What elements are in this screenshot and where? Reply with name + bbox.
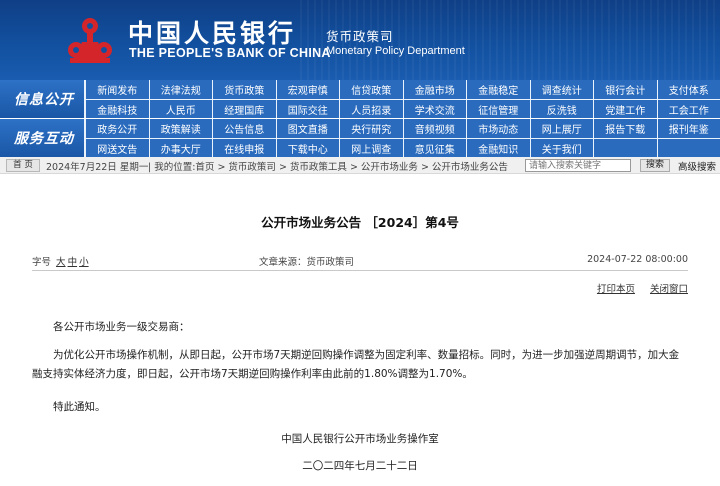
department-name-cn: 货币政策司 [326, 29, 394, 44]
nav-row-service: 服务互动 政务公开 政策解读 公告信息 图文直播 央行研究 音频视频 市场动态 网上展厅 报告下… [0, 119, 720, 157]
nav-item-service-15[interactable]: 网上调查 [339, 138, 403, 157]
bank-name-en: THE PEOPLE'S BANK OF CHINA [129, 46, 331, 60]
font-size-label: 字号 [32, 257, 52, 268]
meta-divider [32, 270, 688, 271]
article-tools: 打印本页 关闭窗口 [585, 281, 688, 295]
nav-item-service-18[interactable]: 关于我们 [529, 138, 593, 157]
main-navigation: 信息公开 新闻发布 法律法规 货币政策 宏观审慎 信贷政策 金融市场 金融稳定 调查统计 银行会… [0, 80, 720, 157]
notice-paragraph: 特此通知。 [53, 401, 106, 413]
font-size-control: 字号 大中小 [32, 254, 89, 268]
nav-item-info-15[interactable]: 人员招录 [339, 99, 403, 118]
signature-date: 二〇二四年七月二十二日 [302, 460, 418, 472]
font-size-large[interactable]: 大 [56, 257, 66, 268]
breadcrumb-bar: 首 页 2024年7月22日 星期一 | 我的位置:首页 > 货币政策司 > 货… [0, 157, 720, 174]
article-meta: 字号 大中小 文章来源：货币政策司 2024-07-22 08:00:00 [32, 254, 688, 270]
nav-item-info-8[interactable]: 调查统计 [529, 80, 593, 99]
article-source: 文章来源：货币政策司 [259, 257, 355, 268]
nav-item-service-17[interactable]: 金融知识 [466, 138, 530, 157]
nav-item-service-6[interactable]: 音频视频 [402, 119, 466, 138]
nav-item-service-2[interactable]: 政策解读 [148, 119, 212, 138]
bank-name-cn: 中国人民银行 [128, 19, 297, 48]
nav-item-service-20 [656, 138, 720, 157]
nav-item-info-14[interactable]: 国际交往 [275, 99, 339, 118]
main-paragraph: 为优化公开市场操作机制，从即日起，公开市场7天期逆回购操作调整为固定利率、数量招… [32, 349, 680, 380]
nav-item-service-19 [593, 138, 657, 157]
nav-item-info-16[interactable]: 学术交流 [402, 99, 466, 118]
nav-item-info-11[interactable]: 金融科技 [85, 99, 149, 118]
breadcrumb[interactable]: | 我的位置:首页 > 货币政策司 > 货币政策工具 > 公开市场业务 > 公开… [148, 159, 508, 173]
advanced-search-link[interactable]: 高级搜索 [678, 159, 716, 173]
header-banner: 中国人民银行 THE PEOPLE'S BANK OF CHINA 货币政策司 … [0, 0, 720, 80]
nav-item-info-13[interactable]: 经理国库 [212, 99, 276, 118]
nav-item-service-4[interactable]: 图文直播 [275, 119, 339, 138]
pboc-logo-icon[interactable] [64, 14, 116, 66]
nav-label-service-interaction: 服务互动 [0, 119, 84, 157]
nav-item-info-20[interactable]: 工会工作 [656, 99, 720, 118]
nav-item-service-9[interactable]: 报告下载 [593, 119, 657, 138]
search-button[interactable]: 搜索 [640, 159, 670, 172]
nav-grid-service: 政务公开 政策解读 公告信息 图文直播 央行研究 音频视频 市场动态 网上展厅 报告下载 报刊年鉴… [85, 119, 720, 157]
search-input[interactable] [525, 159, 631, 172]
nav-item-service-7[interactable]: 市场动态 [466, 119, 530, 138]
current-date: 2024年7月22日 星期一 [46, 162, 149, 173]
nav-item-service-11[interactable]: 网送文告 [85, 138, 149, 157]
nav-item-service-14[interactable]: 下载中心 [275, 138, 339, 157]
close-window-link[interactable]: 关闭窗口 [650, 284, 688, 295]
article-datetime: 2024-07-22 08:00:00 [587, 254, 688, 265]
nav-item-info-6[interactable]: 金融市场 [402, 80, 466, 99]
nav-item-info-1[interactable]: 新闻发布 [85, 80, 149, 99]
nav-item-info-4[interactable]: 宏观审慎 [275, 80, 339, 99]
nav-item-service-10[interactable]: 报刊年鉴 [656, 119, 720, 138]
nav-item-info-5[interactable]: 信贷政策 [339, 80, 403, 99]
signature-organization: 中国人民银行公开市场业务操作室 [281, 433, 439, 445]
greeting-paragraph: 各公开市场业务一级交易商： [53, 321, 190, 333]
nav-item-service-5[interactable]: 央行研究 [339, 119, 403, 138]
nav-item-service-3[interactable]: 公告信息 [212, 119, 276, 138]
nav-item-service-16[interactable]: 意见征集 [402, 138, 466, 157]
nav-item-info-18[interactable]: 反洗钱 [529, 99, 593, 118]
nav-item-info-10[interactable]: 支付体系 [656, 80, 720, 99]
nav-item-service-1[interactable]: 政务公开 [85, 119, 149, 138]
nav-item-service-13[interactable]: 在线申报 [212, 138, 276, 157]
nav-row-info: 信息公开 新闻发布 法律法规 货币政策 宏观审慎 信贷政策 金融市场 金融稳定 调查统计 银行会… [0, 80, 720, 119]
font-size-small[interactable]: 小 [79, 257, 89, 268]
home-button[interactable]: 首 页 [6, 159, 40, 172]
nav-item-info-3[interactable]: 货币政策 [212, 80, 276, 99]
nav-item-info-2[interactable]: 法律法规 [148, 80, 212, 99]
nav-item-info-17[interactable]: 征信管理 [466, 99, 530, 118]
font-size-medium[interactable]: 中 [68, 257, 78, 268]
print-page-link[interactable]: 打印本页 [597, 284, 635, 295]
nav-item-service-8[interactable]: 网上展厅 [529, 119, 593, 138]
nav-item-info-19[interactable]: 党建工作 [593, 99, 657, 118]
nav-item-service-12[interactable]: 办事大厅 [148, 138, 212, 157]
nav-label-info-disclosure: 信息公开 [0, 80, 84, 118]
department-name-en: Monetary Policy Department [326, 45, 465, 57]
article-title: 公开市场业务公告 ［2024］第4号 [261, 215, 459, 230]
nav-grid-info: 新闻发布 法律法规 货币政策 宏观审慎 信贷政策 金融市场 金融稳定 调查统计 银行会计 支付体系… [85, 80, 720, 118]
nav-item-info-9[interactable]: 银行会计 [593, 80, 657, 99]
nav-item-info-12[interactable]: 人民币 [148, 99, 212, 118]
nav-item-info-7[interactable]: 金融稳定 [466, 80, 530, 99]
